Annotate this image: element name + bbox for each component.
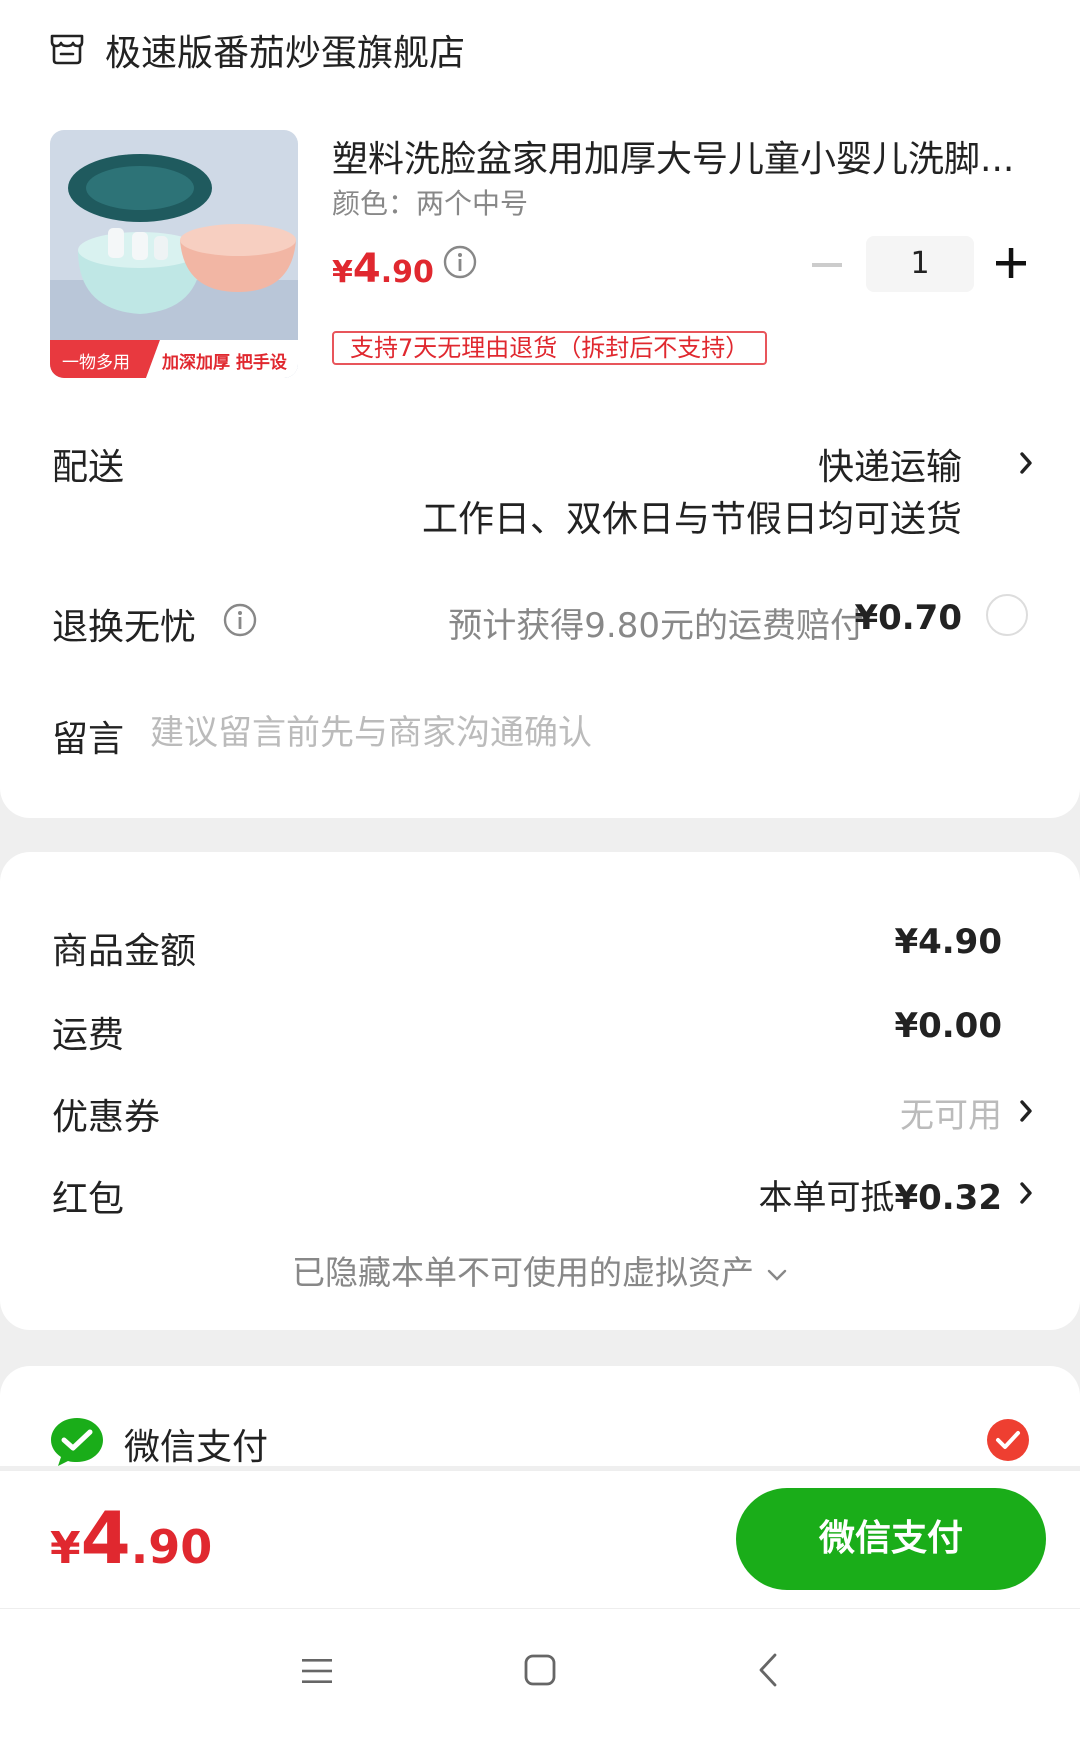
returns-price: ¥0.70 bbox=[854, 598, 962, 638]
returns-description: 预计获得9.80元的运费赔付 bbox=[448, 606, 864, 646]
total-price: ¥4.90 bbox=[50, 1496, 213, 1580]
quantity-decrease-button[interactable] bbox=[810, 250, 844, 280]
product-image[interactable]: 一物多用 加深加厚 把手设计 bbox=[50, 130, 298, 378]
store-name[interactable]: 极速版番茄炒蛋旗舰店 bbox=[105, 24, 465, 76]
shipping-fee-value: ¥0.00 bbox=[894, 1006, 1002, 1046]
product-variant: 颜色：两个中号 bbox=[332, 187, 529, 220]
return-policy-badge: 支持7天无理由退货（拆封后不支持） bbox=[332, 331, 768, 365]
store-icon bbox=[50, 34, 84, 65]
message-input[interactable] bbox=[150, 708, 1010, 758]
shipping-fee-label: 运费 bbox=[52, 1015, 125, 1056]
menu-icon[interactable] bbox=[300, 1656, 334, 1686]
wechat-pay-icon bbox=[51, 1418, 103, 1466]
image-label-right: 加深加厚 把手设计 bbox=[162, 353, 287, 373]
hidden-assets-toggle[interactable]: 已隐藏本单不可使用的虚拟资产 bbox=[0, 1246, 1080, 1294]
info-icon[interactable] bbox=[442, 244, 478, 280]
chevron-right-icon[interactable] bbox=[1018, 1098, 1034, 1124]
goods-amount-value: ¥4.90 bbox=[894, 922, 1002, 962]
red-packet-value[interactable]: 本单可抵¥0.32 bbox=[758, 1170, 1002, 1219]
quantity-value[interactable]: 1 bbox=[866, 236, 974, 292]
red-packet-label: 红包 bbox=[52, 1179, 125, 1220]
home-icon[interactable] bbox=[522, 1652, 558, 1688]
coupon-value[interactable]: 无可用 bbox=[900, 1088, 1002, 1137]
returns-radio[interactable] bbox=[986, 594, 1028, 636]
chevron-right-icon[interactable] bbox=[1018, 450, 1034, 476]
quantity-increase-button[interactable] bbox=[994, 246, 1028, 280]
order-card bbox=[0, 0, 1080, 818]
unit-price: ¥4.90 bbox=[332, 246, 434, 292]
wechat-pay-label[interactable]: 微信支付 bbox=[124, 1418, 268, 1470]
goods-amount-label: 商品金额 bbox=[52, 931, 197, 972]
delivery-label: 配送 bbox=[52, 447, 125, 488]
delivery-note: 工作日、双休日与节假日均可送货 bbox=[421, 499, 962, 540]
back-icon[interactable] bbox=[756, 1652, 780, 1688]
check-circle-icon[interactable] bbox=[986, 1418, 1030, 1462]
chevron-down-icon bbox=[767, 1269, 787, 1281]
info-icon[interactable] bbox=[222, 602, 258, 638]
pay-button[interactable]: 微信支付 bbox=[736, 1488, 1046, 1590]
returns-label: 退换无忧 bbox=[52, 607, 197, 648]
image-label-left: 一物多用 bbox=[62, 353, 130, 373]
coupon-label: 优惠券 bbox=[52, 1097, 161, 1138]
chevron-right-icon[interactable] bbox=[1018, 1180, 1034, 1206]
message-label: 留言 bbox=[52, 719, 125, 760]
product-title[interactable]: 塑料洗脸盆家用加厚大号儿童小婴儿洗脚... bbox=[332, 130, 1032, 182]
delivery-method[interactable]: 快递运输 bbox=[818, 438, 962, 490]
